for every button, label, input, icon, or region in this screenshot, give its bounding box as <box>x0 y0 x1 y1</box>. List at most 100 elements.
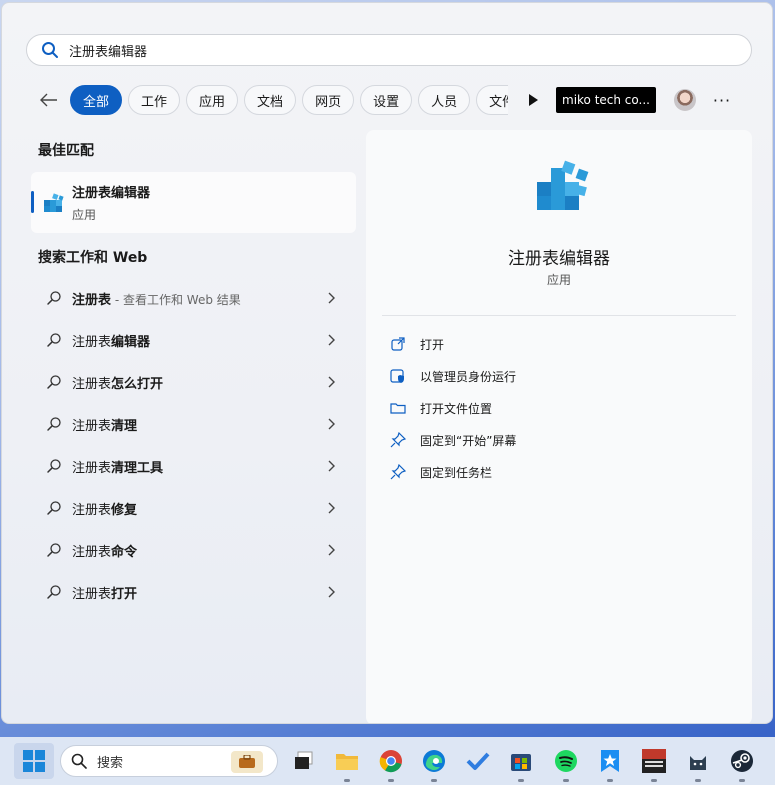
voicemeeter-icon[interactable] <box>638 745 670 782</box>
search-icon <box>46 458 62 474</box>
task-view-icon[interactable] <box>288 745 320 777</box>
action-open-file-location[interactable]: 打开文件位置 <box>390 392 516 424</box>
filter-chip-work[interactable]: 工作 <box>128 85 181 115</box>
todo-icon[interactable] <box>462 745 494 777</box>
filter-chip-settings[interactable]: 设置 <box>360 85 413 115</box>
running-indicator <box>431 779 437 782</box>
running-indicator <box>739 779 745 782</box>
filter-chip-people[interactable]: 人员 <box>418 85 471 115</box>
open-external-icon <box>390 336 406 352</box>
search-icon <box>46 332 62 348</box>
action-list: 打开 以管理员身份运行 打开文件位置 固定到“开始”屏幕 固定到任务栏 <box>390 328 516 488</box>
divider <box>382 315 736 316</box>
back-arrow-icon[interactable] <box>34 85 64 115</box>
action-pin-to-taskbar[interactable]: 固定到任务栏 <box>390 456 516 488</box>
web-result-item[interactable]: 注册表命令 <box>31 529 356 571</box>
web-section-title: 搜索工作和 Web <box>38 250 148 266</box>
folder-icon <box>390 400 406 416</box>
steam-icon[interactable] <box>726 745 758 782</box>
file-explorer-icon[interactable] <box>331 745 363 782</box>
web-result-label: 注册表怎么打开 <box>72 376 164 392</box>
running-indicator <box>563 779 569 782</box>
running-indicator <box>518 779 524 782</box>
search-icon <box>46 584 62 600</box>
action-label: 打开 <box>420 337 445 352</box>
filter-chip-documents[interactable]: 文档 <box>244 85 297 115</box>
action-open[interactable]: 打开 <box>390 328 516 360</box>
search-icon <box>46 374 62 390</box>
action-label: 固定到“开始”屏幕 <box>420 433 517 448</box>
filter-chip-apps[interactable]: 应用 <box>186 85 239 115</box>
search-box[interactable] <box>26 34 752 66</box>
web-result-label: 注册表清理工具 <box>72 460 164 476</box>
account-badge[interactable]: miko tech co... <box>556 87 656 113</box>
chevron-right-icon <box>326 585 336 599</box>
filter-chips: 全部 工作 应用 文档 网页 设置 人员 文件夹 <box>70 85 508 115</box>
detail-app-type: 应用 <box>546 273 571 287</box>
chevron-right-icon <box>326 333 336 347</box>
search-icon <box>46 416 62 432</box>
action-label: 以管理员身份运行 <box>420 369 517 384</box>
spotify-icon[interactable] <box>550 745 582 782</box>
cat-app-icon[interactable] <box>682 745 714 782</box>
start-search-panel: 全部 工作 应用 文档 网页 设置 人员 文件夹 miko tech co...… <box>1 2 773 724</box>
search-icon <box>46 290 62 306</box>
pin-icon <box>390 464 406 480</box>
filter-chip-all[interactable]: 全部 <box>70 85 123 115</box>
web-result-item[interactable]: 注册表怎么打开 <box>31 361 356 403</box>
best-match-title: 最佳匹配 <box>38 143 94 159</box>
web-result-item[interactable]: 注册表修复 <box>31 487 356 529</box>
selection-indicator <box>31 191 34 213</box>
web-result-item[interactable]: 注册表 - 查看工作和 Web 结果 <box>31 277 356 319</box>
search-icon <box>46 542 62 558</box>
web-result-item[interactable]: 注册表打开 <box>31 571 356 613</box>
web-result-item[interactable]: 注册表清理 <box>31 403 356 445</box>
windows-logo-icon <box>23 750 45 772</box>
start-button[interactable] <box>14 743 54 779</box>
chevron-right-icon <box>326 375 336 389</box>
action-label: 固定到任务栏 <box>420 465 493 480</box>
running-indicator <box>344 779 350 782</box>
search-icon <box>71 753 87 769</box>
web-result-label: 注册表修复 <box>72 502 138 518</box>
chevron-right-icon <box>326 501 336 515</box>
action-run-as-admin[interactable]: 以管理员身份运行 <box>390 360 516 392</box>
chrome-icon[interactable] <box>375 745 407 782</box>
more-options-icon[interactable]: ··· <box>712 91 732 110</box>
play-icon[interactable] <box>520 87 546 113</box>
best-match-name: 注册表编辑器 <box>72 186 151 201</box>
web-result-label: 注册表命令 <box>72 544 138 560</box>
web-results-list: 注册表 - 查看工作和 Web 结果注册表编辑器 注册表怎么打开 注册表清理注册表清… <box>31 277 356 613</box>
action-pin-to-start[interactable]: 固定到“开始”屏幕 <box>390 424 516 456</box>
web-result-label: 注册表打开 <box>72 586 138 602</box>
shield-icon <box>390 368 406 384</box>
running-indicator <box>388 779 394 782</box>
avatar[interactable] <box>674 89 696 111</box>
action-label: 打开文件位置 <box>420 401 493 416</box>
search-input[interactable] <box>69 42 669 58</box>
registry-editor-icon <box>43 192 65 214</box>
web-result-item[interactable]: 注册表编辑器 <box>31 319 356 361</box>
chevron-right-icon <box>326 291 336 305</box>
best-match-item[interactable]: 注册表编辑器 应用 <box>31 172 356 233</box>
pin-icon <box>390 432 406 448</box>
taskbar: 搜索 <box>0 737 775 785</box>
bookmark-star-icon[interactable] <box>594 745 626 782</box>
web-result-label: 注册表清理 <box>72 418 138 434</box>
chevron-right-icon <box>326 459 336 473</box>
web-result-label: 注册表编辑器 <box>72 334 151 350</box>
detail-pane: 注册表编辑器 应用 打开 以管理员身份运行 打开文件位置 固定到“开始”屏幕 固… <box>366 130 752 723</box>
store-icon[interactable] <box>505 745 537 782</box>
taskbar-search-label: 搜索 <box>97 755 124 771</box>
edge-icon[interactable] <box>418 745 450 782</box>
web-result-item[interactable]: 注册表清理工具 <box>31 445 356 487</box>
filter-chip-folders[interactable]: 文件夹 <box>476 85 508 115</box>
filter-chip-web[interactable]: 网页 <box>302 85 355 115</box>
best-match-type: 应用 <box>72 208 97 222</box>
search-icon <box>41 41 59 59</box>
running-indicator <box>695 779 701 782</box>
taskbar-search[interactable]: 搜索 <box>60 745 278 777</box>
chevron-right-icon <box>326 417 336 431</box>
registry-editor-large-icon <box>535 160 593 218</box>
search-icon <box>46 500 62 516</box>
